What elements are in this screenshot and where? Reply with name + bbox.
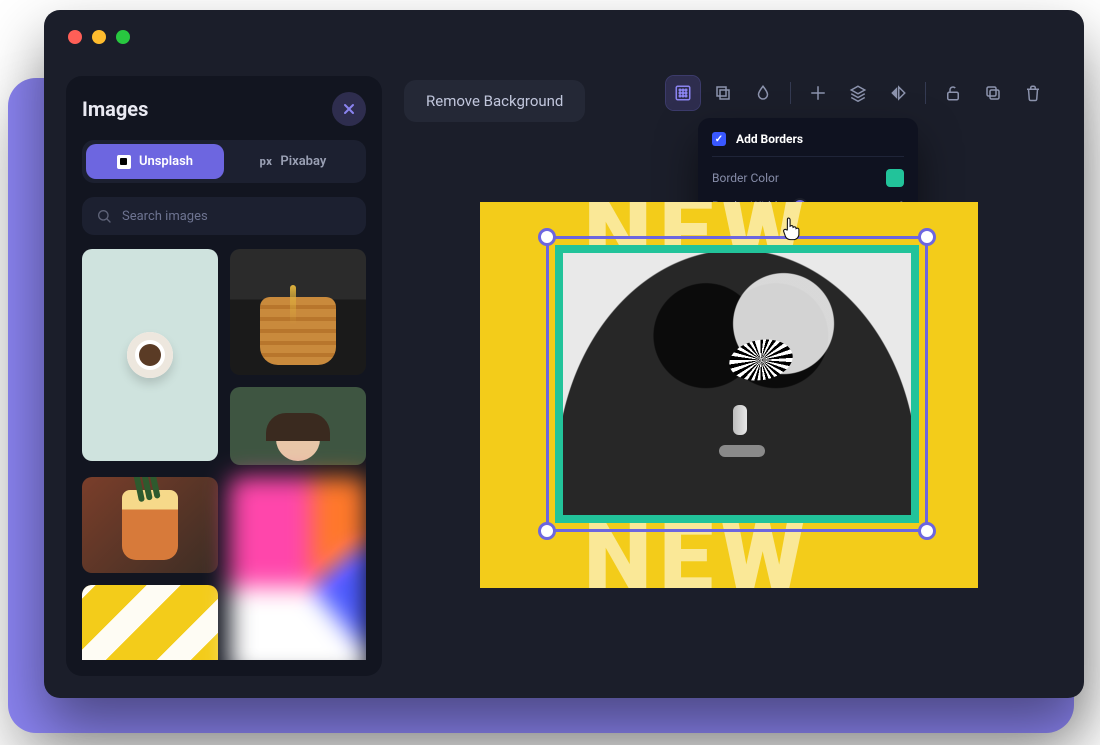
border-tool-button[interactable] [666, 76, 700, 110]
result-thumb[interactable] [82, 477, 218, 573]
result-thumb[interactable] [82, 249, 218, 461]
image-toolbar [666, 76, 1050, 110]
result-thumb[interactable] [82, 585, 218, 660]
layers-tool-button[interactable] [841, 76, 875, 110]
shadow-tool-button[interactable] [706, 76, 740, 110]
border-color-label: Border Color [712, 171, 779, 185]
unlock-icon [944, 84, 962, 102]
minimize-window-dot[interactable] [92, 30, 106, 44]
resize-handle-br[interactable] [918, 522, 936, 540]
close-icon [341, 101, 357, 117]
selection-frame[interactable] [546, 236, 928, 532]
app-window: Images Unsplash px Pixabay [44, 10, 1084, 698]
search-input[interactable] [122, 209, 352, 224]
maximize-window-dot[interactable] [116, 30, 130, 44]
result-thumb[interactable] [230, 387, 366, 465]
result-thumb[interactable] [230, 477, 366, 660]
image-results-grid [82, 249, 366, 660]
search-icon [96, 208, 112, 224]
lock-tool-button[interactable] [936, 76, 970, 110]
tab-pixabay-label: Pixabay [280, 154, 326, 169]
window-traffic-lights [68, 30, 130, 44]
border-icon [674, 84, 692, 102]
resize-handle-tl[interactable] [538, 228, 556, 246]
add-borders-checkbox[interactable]: ✓ [712, 132, 726, 146]
close-window-dot[interactable] [68, 30, 82, 44]
tint-tool-button[interactable] [746, 76, 780, 110]
shadow-icon [714, 84, 732, 102]
flip-icon [889, 84, 907, 102]
remove-background-button[interactable]: Remove Background [404, 80, 585, 122]
close-panel-button[interactable] [332, 92, 366, 126]
selected-image[interactable] [555, 245, 919, 523]
search-field[interactable] [82, 197, 366, 235]
duplicate-tool-button[interactable] [976, 76, 1010, 110]
toolbar-separator [925, 82, 926, 104]
add-borders-title: Add Borders [736, 132, 803, 146]
flip-tool-button[interactable] [881, 76, 915, 110]
layers-icon [849, 84, 867, 102]
crop-tool-button[interactable] [801, 76, 835, 110]
delete-tool-button[interactable] [1016, 76, 1050, 110]
resize-handle-tr[interactable] [918, 228, 936, 246]
source-tabs: Unsplash px Pixabay [82, 140, 366, 183]
crop-icon [809, 84, 827, 102]
trash-icon [1024, 84, 1042, 102]
drop-icon [754, 84, 772, 102]
unsplash-icon [117, 155, 131, 169]
images-panel-title: Images [82, 97, 148, 121]
tab-unsplash-label: Unsplash [139, 154, 193, 169]
pixabay-icon: px [260, 155, 273, 168]
result-thumb[interactable] [230, 249, 366, 375]
tab-pixabay[interactable]: px Pixabay [224, 144, 362, 179]
border-color-swatch[interactable] [886, 169, 904, 187]
copy-icon [984, 84, 1002, 102]
toolbar-separator [790, 82, 791, 104]
images-panel: Images Unsplash px Pixabay [66, 76, 382, 676]
tab-unsplash[interactable]: Unsplash [86, 144, 224, 179]
resize-handle-bl[interactable] [538, 522, 556, 540]
